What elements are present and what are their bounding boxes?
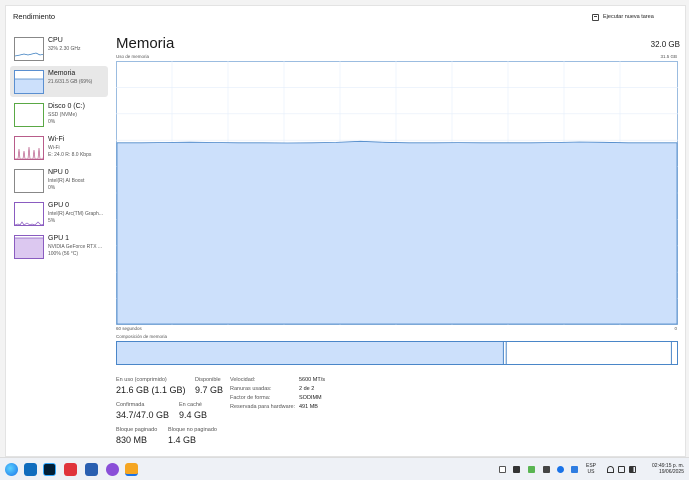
cpu-thumbnail-graph [14,37,44,61]
total-memory: 32.0 GB [650,40,680,49]
sidebar-item-label: NPU 0 [48,169,69,176]
wifi-thumbnail-graph [14,136,44,160]
tray-app-icon[interactable] [543,466,550,473]
paged-pool-value: 830 MB [116,435,148,445]
title-bar: Rendimiento Ejecutar nueva tarea [6,6,685,28]
gpu1-thumbnail-graph [14,235,44,259]
tray-app-icon[interactable] [571,466,578,473]
in-use-value: 21.6 GB (1.1 GB) [116,385,186,395]
sidebar-item-gpu1[interactable]: GPU 1 NVIDIA GeForce RTX ... 100% (56 °C… [10,231,108,262]
sidebar-item-detail: 0% [48,185,56,191]
memory-usage-graph [116,61,678,325]
sidebar-item-npu[interactable]: NPU 0 Intel(R) AI Boost 0% [10,165,108,196]
cached-value: 9.4 GB [179,410,208,420]
sidebar-item-label: Wi-Fi [48,136,65,143]
committed-value: 34.7/47.0 GB [116,410,170,420]
new-task-icon [592,13,599,21]
sidebar-item-label: CPU [48,37,63,44]
window-title: Rendimiento [13,12,56,21]
app-icon[interactable] [106,463,119,476]
keyboard-layout: US [587,469,595,475]
sidebar-item-label: Memoria [48,70,76,77]
available-value: 9.7 GB [195,385,224,395]
composition-in-use [117,342,504,364]
input-language[interactable]: ESP US [586,463,596,475]
sidebar-item-detail: 100% (56 °C) [48,251,79,257]
sidebar-item-detail: 0% [48,119,56,125]
disk-thumbnail-graph [14,103,44,127]
task-manager-icon[interactable] [125,463,138,476]
sidebar-item-label: Disco 0 (C:) [48,103,85,110]
sidebar-item-detail: 32% 2.30 GHz [48,46,81,52]
slots-value: 2 de 2 [299,386,315,392]
run-new-task-label: Ejecutar nueva tarea [603,14,654,20]
run-new-task-button[interactable]: Ejecutar nueva tarea [592,11,654,23]
taskbar: ESP US 02:49:15 p. m. 19/06/2025 [0,457,689,480]
sidebar-item-label: GPU 1 [48,235,70,242]
sidebar-item-detail: NVIDIA GeForce RTX ... [48,244,103,250]
hardware-reserved-value: 491 MB [299,404,318,410]
system-clock[interactable]: 02:49:15 p. m. 19/06/2025 [652,463,684,475]
gpu0-thumbnail-graph [14,202,44,226]
edge-icon[interactable] [5,463,18,476]
sidebar-item-memory[interactable]: Memoria 21.6/31.5 GB (69%) [10,66,108,97]
task-manager-window: Rendimiento Ejecutar nueva tarea CPU 32%… [5,5,686,457]
wifi-icon[interactable] [607,466,614,473]
battery-icon[interactable] [629,466,636,473]
in-use-label: En uso (comprimido) [116,377,167,383]
available-label: Disponible [195,377,221,383]
sidebar-item-gpu0[interactable]: GPU 0 Intel(R) Arc(TM) Graph... 5% [10,198,108,229]
speed-value: 5600 MT/s [299,377,325,383]
page-title: Memoria [116,35,175,52]
form-factor-label: Factor de forma: [230,395,271,401]
tray-app-icon[interactable] [528,466,535,473]
sidebar-item-label: GPU 0 [48,202,70,209]
sidebar-item-detail: 21.6/31.5 GB (69%) [48,79,93,85]
memory-composition-bar [116,341,678,365]
form-factor-value: SODIMM [299,395,322,401]
memory-thumbnail-graph [14,70,44,94]
cached-label: En caché [179,402,202,408]
resource-sidebar: CPU 32% 2.30 GHz Memoria 21.6/31.5 GB (6… [10,33,108,264]
graph-time-axis-right: 0 [674,326,677,331]
remote-desktop-icon[interactable] [85,463,98,476]
memory-usage-graph-label: Uso de memoria [116,54,150,59]
clock-date: 19/06/2025 [658,469,684,475]
nonpaged-pool-label: Bloque no paginado [168,427,217,433]
sidebar-item-wifi[interactable]: Wi-Fi Wi-Fi E: 24.0 R: 8.0 Kbps [10,132,108,163]
memory-composition-label: Composición de memoria [116,334,168,339]
sidebar-item-detail: Intel(R) Arc(TM) Graph... [48,211,104,217]
graph-max-label: 31.5 GB [660,54,677,59]
sidebar-item-cpu[interactable]: CPU 32% 2.30 GHz [10,33,108,64]
nonpaged-pool-value: 1.4 GB [168,435,197,445]
sidebar-item-detail: E: 24.0 R: 8.0 Kbps [48,152,92,158]
sidebar-item-detail: SSD (NVMe) [48,112,77,118]
npu-thumbnail-graph [14,169,44,193]
chevron-up-icon[interactable] [499,466,506,473]
sidebar-item-detail: Intel(R) AI Boost [48,178,85,184]
volume-icon[interactable] [618,466,625,473]
sidebar-item-disk[interactable]: Disco 0 (C:) SSD (NVMe) 0% [10,99,108,130]
memory-usage-area [116,140,678,325]
outlook-icon[interactable] [24,463,37,476]
committed-label: Confirmada [116,402,145,408]
sidebar-item-detail: 5% [48,218,56,224]
acrobat-icon[interactable] [64,463,77,476]
hardware-reserved-label: Reservada para hardware: [230,404,296,410]
bluetooth-icon[interactable] [557,466,564,473]
paged-pool-label: Bloque paginado [116,427,158,433]
sidebar-item-detail: Wi-Fi [48,145,60,151]
speed-label: Velocidad: [230,377,256,383]
slots-label: Ranuras usadas: [230,386,272,392]
photoshop-icon[interactable] [43,463,56,476]
tray-app-icon[interactable] [513,466,520,473]
graph-time-axis-left: 60 segundos [116,326,142,331]
